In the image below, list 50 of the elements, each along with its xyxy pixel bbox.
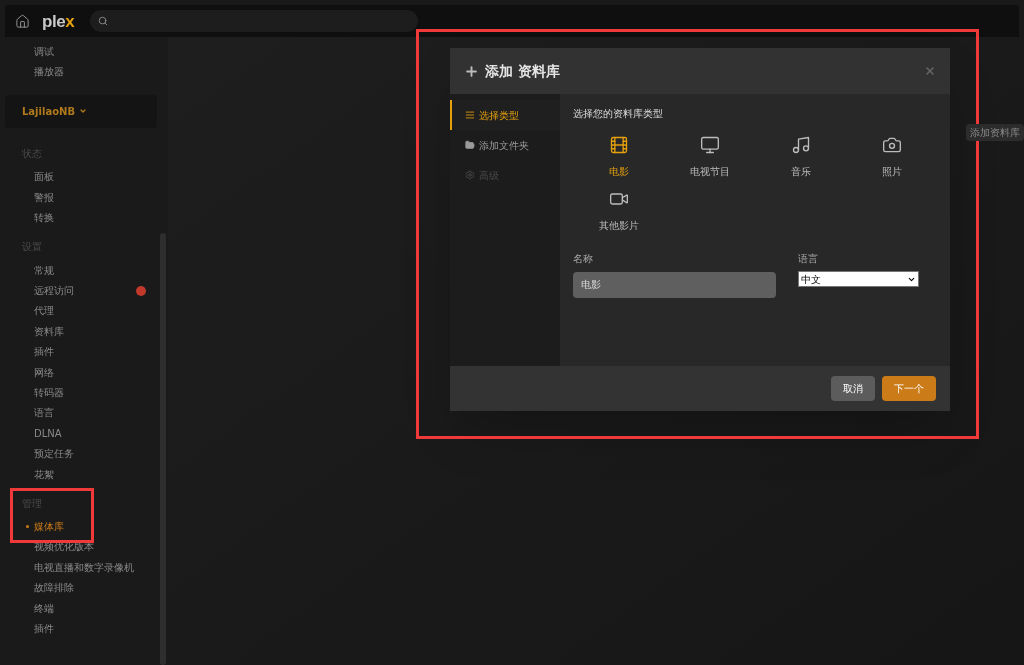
sidebar-item[interactable]: 语言 [34, 405, 54, 421]
home-icon[interactable] [15, 13, 30, 29]
camera-icon [881, 135, 902, 155]
add-library-button[interactable]: 添加资料库 [966, 124, 1024, 141]
sidebar-item[interactable]: 远程访问 [34, 283, 74, 299]
name-field[interactable]: 电影 [573, 272, 776, 298]
sidebar-item[interactable]: 插件 [34, 620, 54, 636]
library-type-option[interactable]: 电视节目 [664, 135, 755, 179]
sidebar-item[interactable]: 电视直播和数字录像机 [34, 559, 134, 575]
list-icon [465, 110, 475, 120]
sidebar-item[interactable]: 转换 [34, 210, 54, 226]
sidebar-item[interactable]: 插件 [34, 344, 54, 360]
next-button[interactable]: 下一个 [882, 376, 936, 401]
sidebar-item[interactable]: 花絮 [34, 466, 54, 482]
sidebar-item[interactable]: 资料库 [34, 323, 64, 339]
sidebar-item[interactable]: 面板 [34, 169, 54, 185]
sidebar-item[interactable]: 预定任务 [34, 446, 74, 462]
sidebar-item[interactable]: 常规 [34, 262, 54, 278]
field-label: 语言 [798, 252, 819, 266]
sidebar-item[interactable]: 媒体库 [34, 518, 64, 534]
folder-icon [465, 140, 475, 150]
server-selector[interactable]: LajilaoNB [5, 94, 157, 128]
dialog-title: 添加 资料库 [485, 61, 560, 81]
sidebar-item[interactable]: 调试 [34, 43, 54, 59]
sidebar-item[interactable]: 故障排除 [34, 580, 74, 596]
sidebar-item[interactable]: 警报 [34, 189, 54, 205]
search-field[interactable] [90, 10, 419, 32]
plex-logo[interactable]: plex [42, 12, 75, 30]
sidebar-item[interactable]: 网络 [34, 364, 54, 380]
library-type-option[interactable]: 其他影片 [573, 189, 664, 233]
sidebar-item[interactable]: 转码器 [34, 385, 64, 400]
step-tab[interactable]: 添加文件夹 [450, 130, 560, 160]
search-icon [98, 16, 109, 26]
library-type-option[interactable]: 电影 [573, 135, 664, 179]
close-icon[interactable] [924, 65, 936, 77]
library-type-option[interactable]: 音乐 [755, 135, 846, 179]
language-select[interactable]: 中文 [798, 271, 919, 287]
music-note-icon [790, 135, 811, 155]
sidebar-item[interactable]: 代理 [34, 303, 54, 319]
film-icon [608, 135, 629, 155]
plus-icon [464, 63, 479, 79]
prompt-text: 选择您的资料库类型 [573, 107, 664, 121]
library-type-option[interactable]: 照片 [846, 135, 937, 179]
field-label: 名称 [573, 252, 594, 266]
gear-icon [465, 170, 475, 180]
sidebar-item[interactable]: 终端 [34, 600, 54, 616]
monitor-icon [699, 135, 720, 155]
cancel-button[interactable]: 取消 [831, 376, 875, 401]
sidebar-item[interactable]: DLNA [34, 425, 62, 441]
sidebar-item[interactable]: 播放器 [34, 64, 64, 80]
